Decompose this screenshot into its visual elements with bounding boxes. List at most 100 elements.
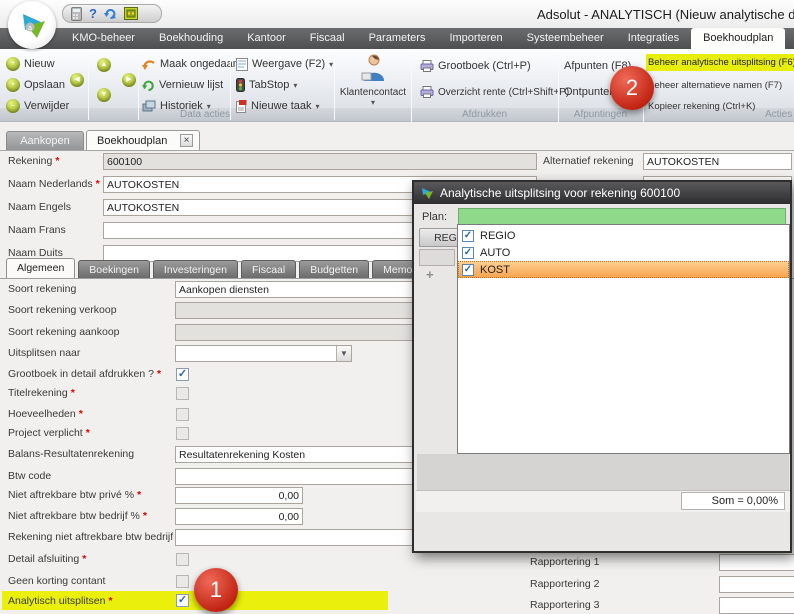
sync-icon[interactable]: [104, 7, 117, 20]
detail-afsluiting-checkbox[interactable]: [176, 553, 189, 566]
rapportering-2-field[interactable]: [719, 576, 794, 593]
group-label-acties: Acties: [765, 109, 794, 121]
menu-tab-systeembeheer[interactable]: Systeembeheer: [515, 28, 616, 49]
tab-investeringen[interactable]: Investeringen: [153, 260, 238, 279]
rapportering-1-field[interactable]: [719, 554, 794, 571]
titelrekening-checkbox[interactable]: [176, 387, 189, 400]
vernieuw-lijst-button[interactable]: Vernieuw lijst: [142, 77, 223, 93]
title-bar: ? Adsolut - ANALYTISCH (Nieuw analytisch…: [0, 0, 794, 28]
menu-tab-integraties[interactable]: Integraties: [616, 28, 691, 49]
analytisch-uitsplitsen-checkbox[interactable]: [176, 594, 189, 607]
menu-tab-boekhoudplan[interactable]: Boekhoudplan: [691, 28, 785, 49]
list-item-kost[interactable]: KOST: [458, 261, 789, 278]
rapportering-2-label: Rapportering 2: [530, 578, 599, 590]
btw-prive-label: Niet aftrekbare btw privé %: [8, 489, 141, 501]
geen-korting-checkbox[interactable]: [176, 575, 189, 588]
alternatief-rekening-field[interactable]: [643, 153, 792, 170]
calculator-icon[interactable]: [71, 7, 82, 21]
plan-combobox[interactable]: [458, 208, 786, 225]
grootboek-detail-label: Grootboek in detail afdrukken ?: [8, 368, 161, 380]
project-verplicht-label: Project verplicht: [8, 427, 90, 439]
regio-checkbox[interactable]: [462, 230, 474, 242]
list-item-auto[interactable]: AUTO: [458, 244, 789, 261]
undo-icon: [142, 58, 156, 71]
divider: [0, 150, 794, 151]
klantencontact-button[interactable]: Klantencontact ▾: [338, 53, 408, 115]
soort-rekening-aankoop-label: Soort rekening aankoop: [8, 326, 120, 338]
tab-algemeen[interactable]: Algemeen: [6, 258, 75, 279]
nav-last-icon[interactable]: ▶: [122, 73, 136, 87]
beheer-alternatieve-namen-button[interactable]: Beheer alternatieve namen (F7): [648, 77, 782, 93]
tab-fiscaal[interactable]: Fiscaal: [241, 260, 296, 279]
list-item-regio[interactable]: REGIO: [458, 227, 789, 244]
nieuw-button[interactable]: +Nieuw: [6, 56, 55, 72]
btw-bedrijf-field[interactable]: [175, 508, 303, 525]
titelrekening-label: Titelrekening: [8, 387, 75, 399]
expand-icon[interactable]: [124, 7, 138, 20]
view-icon: [236, 58, 248, 71]
dialog-title-bar[interactable]: Analytische uitsplitsing voor rekening 6…: [414, 182, 790, 204]
menu-tab-boekhouding[interactable]: Boekhouding: [147, 28, 235, 49]
dialog-logo-icon: [420, 186, 434, 200]
app-logo-icon[interactable]: a: [8, 1, 56, 49]
dialog-bottom-strip: [417, 454, 789, 490]
add-row-icon[interactable]: +: [426, 267, 434, 282]
menu-tab-importeren[interactable]: Importeren: [437, 28, 514, 49]
menu-bar: KMO-beheer Boekhouding Kantoor Fiscaal P…: [0, 28, 794, 49]
grootboek-label: Grootboek (Ctrl+P): [438, 60, 531, 72]
tab-aankopen[interactable]: Aankopen: [6, 131, 84, 151]
uitsplitsen-naar-dropdown[interactable]: [175, 345, 352, 362]
menu-tab-parameters[interactable]: Parameters: [357, 28, 438, 49]
kopieer-rekening-label: Kopieer rekening (Ctrl+K): [648, 101, 755, 112]
new-record-icon: +: [6, 57, 20, 71]
rekening-field[interactable]: [103, 153, 537, 170]
rapportering-1-label: Rapportering 1: [530, 556, 599, 568]
group-label-afdrukken: Afdrukken: [412, 109, 557, 121]
menu-tab-kantoor[interactable]: Kantoor: [235, 28, 298, 49]
hoeveelheden-label: Hoeveelheden: [8, 408, 83, 420]
tab-budgetten[interactable]: Budgetten: [299, 260, 369, 279]
chevron-down-icon[interactable]: ▼: [336, 346, 351, 361]
chevron-down-icon: ▾: [329, 60, 333, 69]
tabstop-button[interactable]: TabStop ▾: [236, 77, 297, 93]
maak-ongedaan-button[interactable]: Maak ongedaan: [142, 56, 239, 72]
nav-previous-icon[interactable]: ▲: [97, 58, 111, 72]
btw-prive-field[interactable]: [175, 487, 303, 504]
group-label-afpuntingen: Afpuntingen: [559, 109, 642, 121]
help-icon[interactable]: ?: [89, 7, 97, 21]
nav-next-icon[interactable]: ▼: [97, 88, 111, 102]
balans-resultatenrekening-label: Balans-Resultatenrekening: [8, 448, 134, 460]
rekening-btw-bedrijf-label: Rekening niet aftrekbare btw bedrijf: [8, 531, 173, 543]
overzicht-rente-button[interactable]: Overzicht rente (Ctrl+Shift+P): [420, 84, 569, 100]
menu-tab-fiscaal[interactable]: Fiscaal: [298, 28, 357, 49]
opslaan-button[interactable]: ▪Opslaan: [6, 77, 65, 93]
btw-code-label: Btw code: [8, 470, 51, 482]
plan-label: Plan:: [422, 211, 447, 223]
kost-checkbox[interactable]: [462, 264, 474, 276]
soort-rekening-verkoop-label: Soort rekening verkoop: [8, 304, 117, 316]
weergave-label: Weergave (F2): [252, 58, 325, 70]
grootboek-button[interactable]: Grootboek (Ctrl+P): [420, 58, 531, 74]
dialog-title: Analytische uitsplitsing voor rekening 6…: [440, 186, 680, 200]
regio-label: REGIO: [480, 230, 515, 242]
weergave-button[interactable]: Weergave (F2) ▾: [236, 56, 333, 72]
project-verplicht-checkbox[interactable]: [176, 427, 189, 440]
opslaan-label: Opslaan: [24, 79, 65, 91]
maak-ongedaan-label: Maak ongedaan: [160, 58, 239, 70]
nav-first-icon[interactable]: ◀: [70, 73, 84, 87]
grootboek-detail-checkbox[interactable]: [176, 368, 189, 381]
naam-nederlands-label: Naam Nederlands: [8, 178, 100, 190]
menu-tab-kmo-beheer[interactable]: KMO-beheer: [60, 28, 147, 49]
person-icon: [359, 53, 387, 83]
kopieer-rekening-button[interactable]: Kopieer rekening (Ctrl+K): [648, 98, 755, 114]
rekening-label: Rekening: [8, 155, 59, 167]
rapportering-3-label: Rapportering 3: [530, 599, 599, 611]
tab-boekhoudplan[interactable]: Boekhoudplan ×: [86, 130, 200, 151]
tab-boekingen[interactable]: Boekingen: [78, 260, 150, 279]
auto-checkbox[interactable]: [462, 247, 474, 259]
close-icon[interactable]: ×: [180, 134, 193, 147]
rapportering-3-field[interactable]: [719, 597, 794, 614]
hoeveelheden-checkbox[interactable]: [176, 408, 189, 421]
beheer-analytische-uitsplitsing-button[interactable]: Beheer analytische uitsplitsing (F6): [646, 54, 794, 71]
alternatief-rekening-label: Alternatief rekening: [543, 155, 633, 167]
